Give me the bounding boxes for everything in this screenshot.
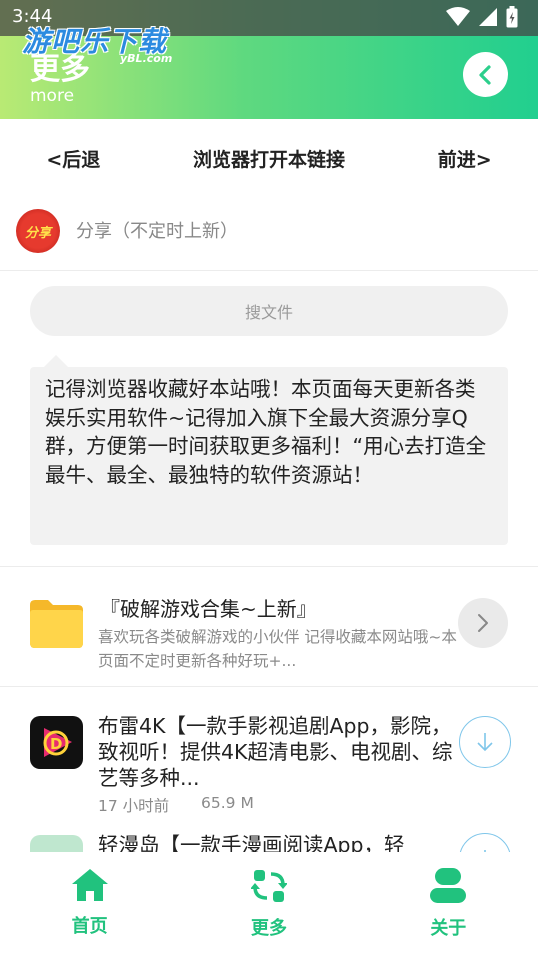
folder-description: 喜欢玩各类破解游戏的小伙伴 记得收藏本网站哦~本页面不定时更新各种好玩+... (98, 628, 457, 670)
folder-open-button[interactable] (458, 598, 508, 648)
tab-label: 首页 (71, 916, 108, 937)
play-logo-graphic: D (43, 728, 72, 757)
app-list-item[interactable]: D 布雷4K【一款手影视追剧App，影院，致视听！提供4K超清电影、电视剧、综艺… (0, 700, 538, 820)
folder-title: 『破解游戏合集~上新』 (100, 597, 317, 621)
tab-about[interactable]: 关于 (388, 852, 508, 940)
app-size: 65.9 M (201, 794, 254, 812)
bottom-tab-bar: 首页 更多 关于 (0, 852, 538, 956)
nav-forward-link[interactable]: 前进> (438, 145, 492, 172)
app-list-item[interactable]: 轻漫岛【一款手漫画阅读App，轻 (0, 820, 538, 852)
watermark-sub: yBL.com (120, 52, 173, 65)
signal-icon (479, 8, 497, 26)
chevron-left-icon (478, 64, 491, 85)
switch-icon (250, 870, 287, 902)
share-avatar: 分享 (16, 209, 60, 253)
battery-icon (506, 6, 518, 28)
svg-text:D: D (50, 735, 62, 753)
tab-more[interactable]: 更多 (209, 852, 329, 940)
chevron-right-icon (478, 614, 488, 632)
nav-back-link[interactable]: <后退 (46, 145, 100, 172)
folder-icon (30, 600, 83, 648)
open-in-browser-link[interactable]: 浏览器打开本链接 (193, 145, 345, 172)
download-button[interactable] (459, 716, 511, 768)
comic-logo-icon (30, 835, 83, 852)
download-icon (477, 733, 493, 752)
tab-label: 关于 (430, 918, 467, 939)
app-title: 布雷4K【一款手影视追剧App，影院，致视听！提供4K超清电影、电视剧、综艺等多… (98, 714, 453, 790)
divider (0, 686, 538, 687)
user-icon (430, 868, 467, 903)
app-time: 17 小时前 (98, 797, 170, 815)
app-list-item-clip: 轻漫岛【一款手漫画阅读App，轻 (0, 820, 538, 852)
wifi-icon (446, 7, 470, 26)
share-text: 分享（不定时上新） (76, 221, 238, 242)
browser-nav: <后退 浏览器打开本链接 前进> (0, 120, 538, 196)
tab-home[interactable]: 首页 (30, 852, 150, 938)
status-icons (446, 6, 518, 28)
tab-label: 更多 (250, 918, 287, 939)
app-title: 轻漫岛【一款手漫画阅读App，轻 (98, 833, 405, 852)
search-input[interactable]: 搜文件 (30, 286, 508, 336)
play-logo-icon: D (30, 716, 83, 769)
share-row[interactable]: 分享 分享（不定时上新） (0, 196, 538, 271)
back-button[interactable] (463, 52, 508, 97)
home-icon (71, 869, 108, 901)
notice-bubble: 记得浏览器收藏好本站哦！本页面每天更新各类娱乐实用软件~记得加入旗下全最大资源分… (30, 355, 508, 545)
page-subtitle: more (30, 86, 75, 106)
